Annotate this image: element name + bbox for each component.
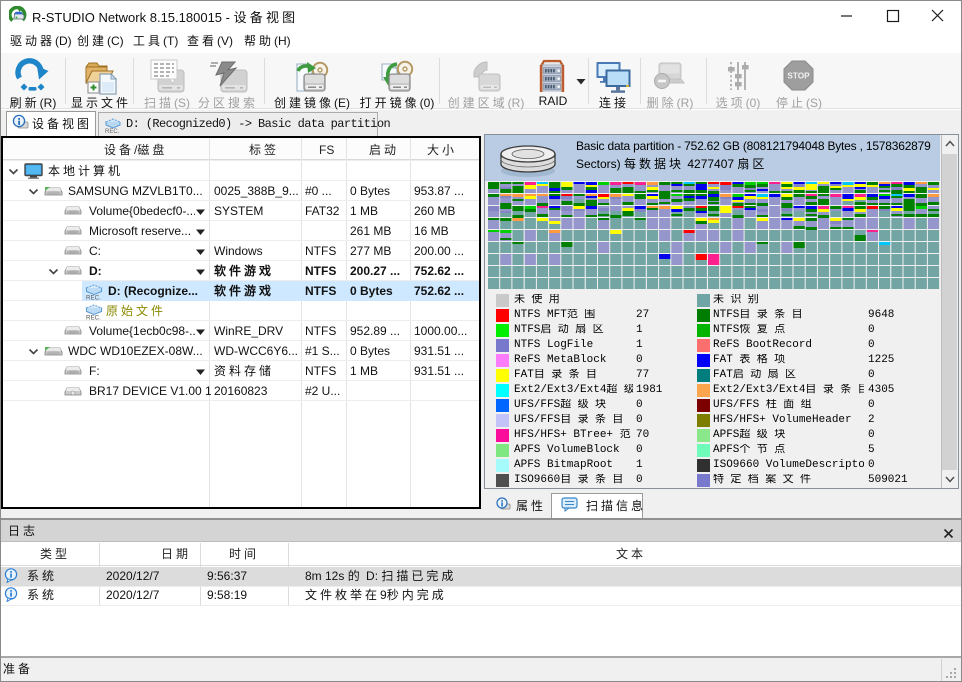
svg-text:REC.: REC. <box>86 295 101 301</box>
svg-text:REC.: REC. <box>105 129 120 133</box>
svg-text:STOP: STOP <box>787 72 810 81</box>
svg-text:REC.: REC. <box>86 315 101 321</box>
